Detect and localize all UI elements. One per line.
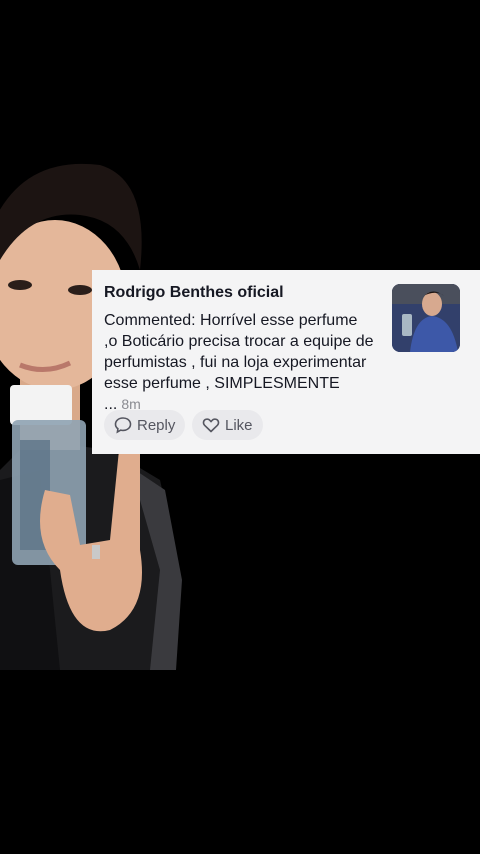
comment-text: Commented: Horrível esse perfume ,o Boti…	[104, 312, 374, 413]
reply-button[interactable]: Reply	[104, 410, 186, 440]
comment-text-block: Commented: Horrível esse perfume ,o Boti…	[104, 310, 374, 415]
comment-card[interactable]: Rodrigo Benthes oficial Commented: Horrí…	[92, 270, 480, 454]
comment-author: Rodrigo Benthes oficial	[104, 284, 284, 301]
video-frame: Rodrigo Benthes oficial Commented: Horrí…	[0, 0, 480, 854]
reply-label: Reply	[137, 416, 176, 434]
heart-icon	[202, 418, 220, 433]
like-button[interactable]: Like	[192, 410, 263, 440]
like-label: Like	[225, 416, 253, 434]
thumbnail-image	[392, 284, 460, 352]
video-thumbnail[interactable]	[392, 284, 460, 352]
speech-bubble-icon	[114, 417, 132, 434]
